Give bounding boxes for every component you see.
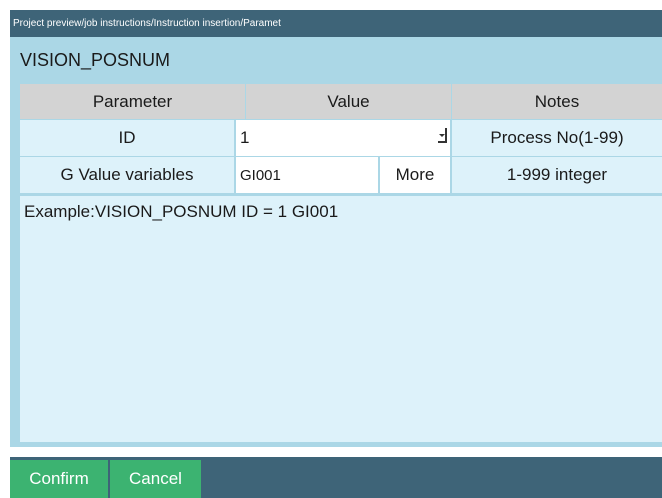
id-notes: Process No(1-99) — [452, 120, 662, 156]
param-id-label: ID — [20, 120, 234, 156]
dropdown-arrow-icon[interactable] — [438, 128, 447, 143]
id-value: 1 — [240, 128, 250, 147]
header-notes: Notes — [452, 84, 662, 119]
breadcrumb: Project preview/job instructions/Instruc… — [10, 10, 662, 37]
cancel-button[interactable]: Cancel — [110, 460, 201, 498]
more-button[interactable]: More — [380, 157, 450, 193]
confirm-button[interactable]: Confirm — [10, 460, 108, 498]
g-value-input[interactable]: GI001 — [236, 157, 378, 193]
param-g-value-label: G Value variables — [20, 157, 234, 193]
blank-area — [20, 228, 662, 442]
id-value-dropdown[interactable]: 1 — [236, 120, 450, 156]
command-name: VISION_POSNUM — [20, 50, 171, 70]
header-value: Value — [246, 84, 451, 119]
g-value-notes: 1-999 integer — [452, 157, 662, 193]
example-text: Example:VISION_POSNUM ID = 1 GI001 — [20, 196, 662, 228]
bottom-margin — [0, 457, 10, 498]
header-parameter: Parameter — [20, 84, 245, 119]
